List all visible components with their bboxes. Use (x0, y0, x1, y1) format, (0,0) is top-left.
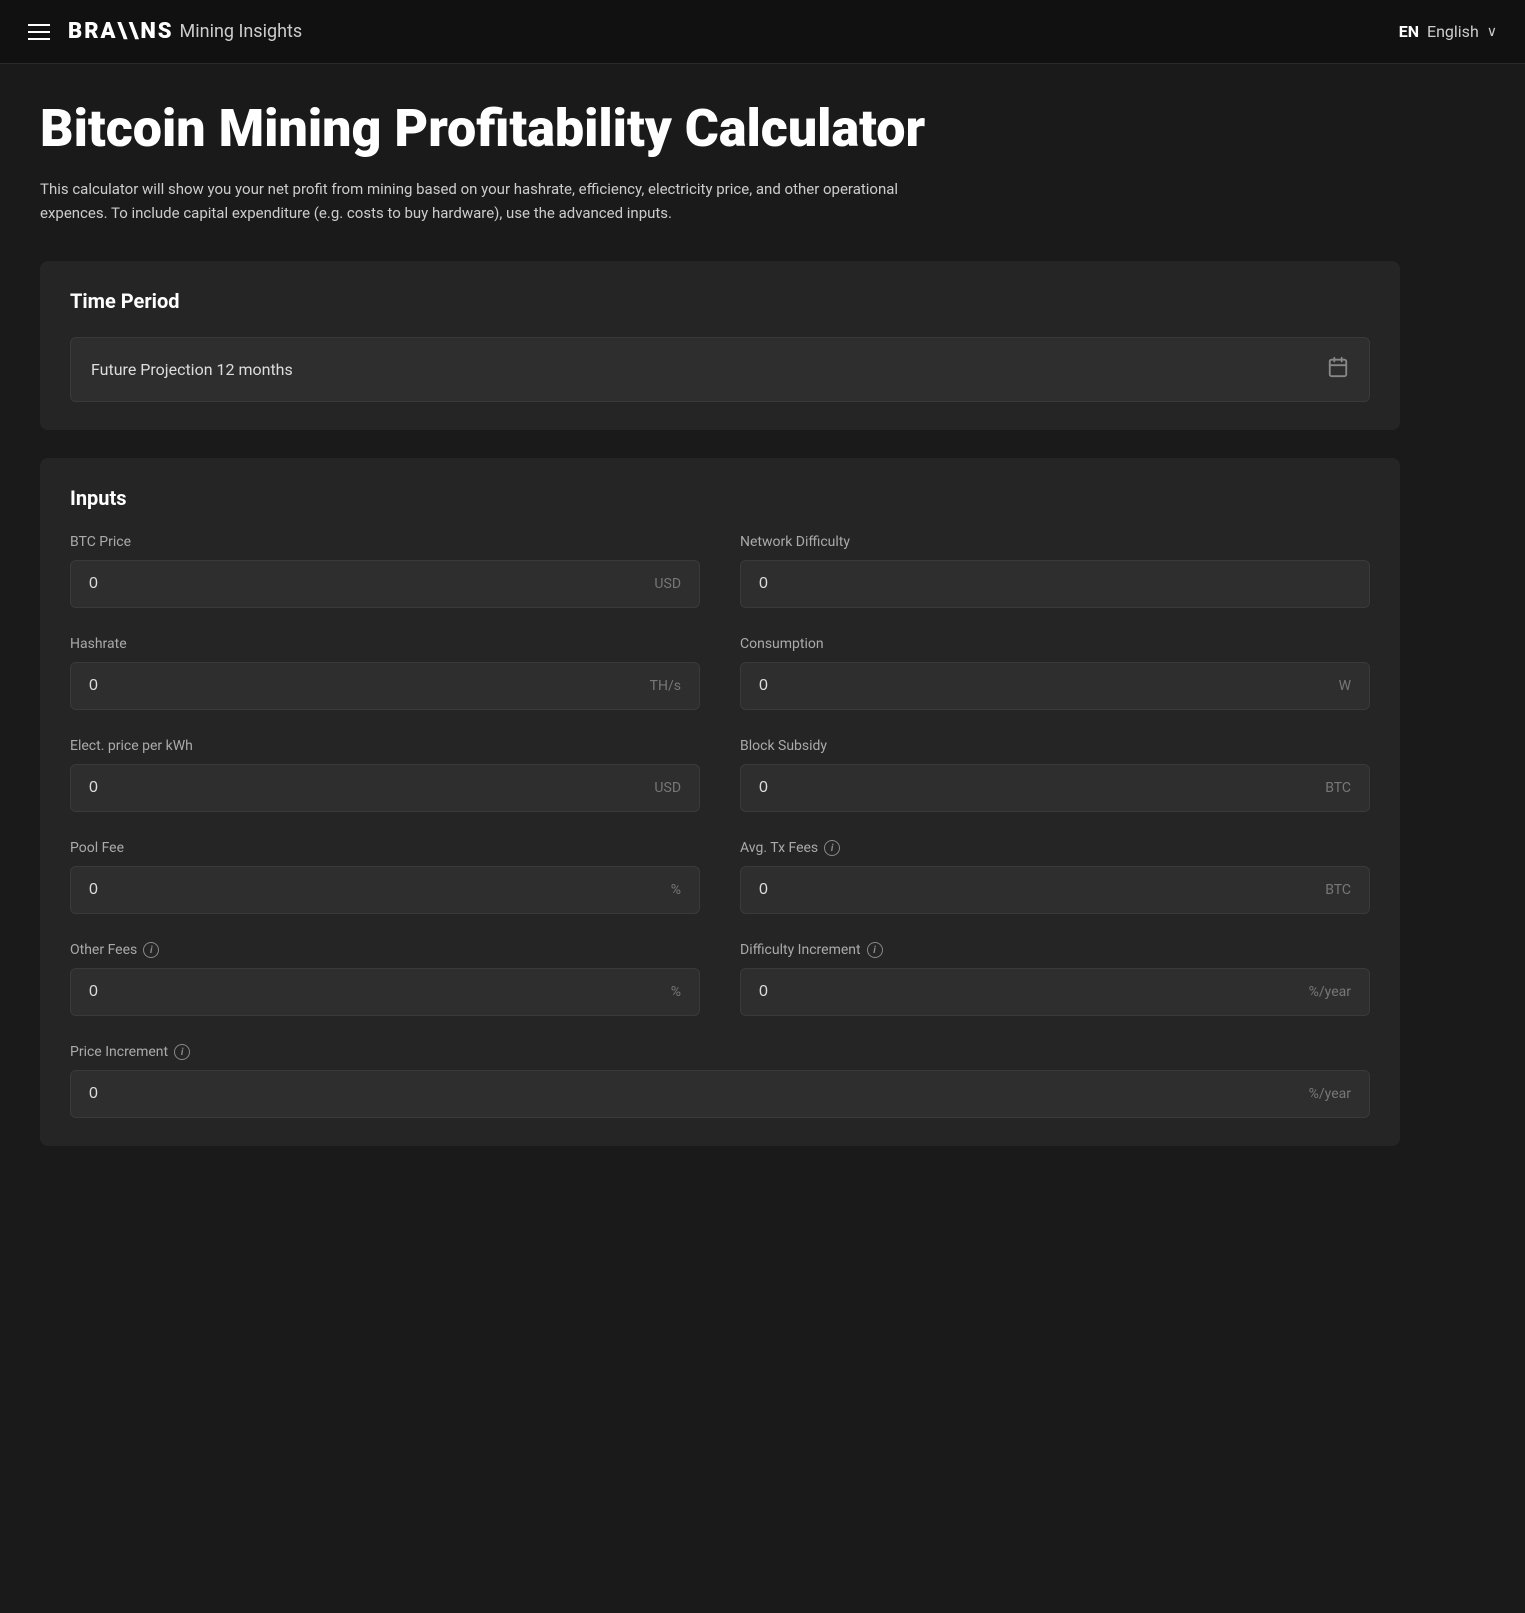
input-other-fees[interactable] (89, 983, 661, 1001)
label-difficulty-increment: Difficulty Increment i (740, 942, 1370, 958)
unit-elect-price: USD (654, 780, 681, 796)
field-other-fees: % (70, 968, 700, 1016)
input-block-subsidy[interactable] (759, 779, 1315, 797)
unit-avg-tx-fees: BTC (1325, 882, 1351, 898)
field-network-difficulty (740, 560, 1370, 608)
main-content: Bitcoin Mining Profitability Calculator … (0, 64, 1440, 1234)
label-other-fees: Other Fees i (70, 942, 700, 958)
input-difficulty-increment[interactable] (759, 983, 1299, 1001)
field-btc-price: USD (70, 560, 700, 608)
input-avg-tx-fees[interactable] (759, 881, 1315, 899)
field-price-increment: %/year (70, 1070, 1370, 1118)
field-pool-fee: % (70, 866, 700, 914)
input-group-avg-tx-fees: Avg. Tx Fees i BTC (740, 840, 1370, 914)
input-btc-price[interactable] (89, 575, 644, 593)
input-group-consumption: Consumption W (740, 636, 1370, 710)
language-label: English (1427, 22, 1479, 41)
language-code: EN (1399, 22, 1419, 41)
input-elect-price[interactable] (89, 779, 644, 797)
info-icon-other-fees[interactable]: i (143, 942, 159, 958)
input-group-btc-price: BTC Price USD (70, 534, 700, 608)
chevron-down-icon: ∨ (1487, 24, 1497, 40)
info-icon-price-increment[interactable]: i (174, 1044, 190, 1060)
unit-consumption: W (1339, 678, 1351, 694)
input-group-hashrate: Hashrate TH/s (70, 636, 700, 710)
label-btc-price: BTC Price (70, 534, 700, 550)
input-group-elect-price: Elect. price per kWh USD (70, 738, 700, 812)
input-network-difficulty[interactable] (759, 575, 1351, 593)
unit-other-fees: % (671, 984, 681, 1000)
field-avg-tx-fees: BTC (740, 866, 1370, 914)
unit-hashrate: TH/s (650, 678, 681, 694)
info-icon-avg-tx-fees[interactable]: i (824, 840, 840, 856)
unit-block-subsidy: BTC (1325, 780, 1351, 796)
inputs-card: Inputs BTC Price USD Network Difficulty … (40, 458, 1400, 1146)
logo-brand: BRA\\NS (68, 19, 174, 44)
unit-btc-price: USD (654, 576, 681, 592)
logo-subtitle: Mining Insights (180, 21, 303, 42)
inputs-grid: BTC Price USD Network Difficulty Hashrat… (70, 534, 1370, 1118)
calendar-icon (1327, 356, 1349, 383)
hamburger-menu[interactable] (28, 24, 50, 40)
navbar: BRA\\NS Mining Insights EN English ∨ (0, 0, 1525, 64)
input-price-increment[interactable] (89, 1085, 1299, 1103)
input-group-difficulty-increment: Difficulty Increment i %/year (740, 942, 1370, 1016)
input-group-block-subsidy: Block Subsidy BTC (740, 738, 1370, 812)
field-elect-price: USD (70, 764, 700, 812)
label-avg-tx-fees: Avg. Tx Fees i (740, 840, 1370, 856)
input-group-price-increment: Price Increment i %/year (70, 1044, 1370, 1118)
input-group-network-difficulty: Network Difficulty (740, 534, 1370, 608)
time-period-section-title: Time Period (70, 289, 1370, 313)
label-consumption: Consumption (740, 636, 1370, 652)
label-pool-fee: Pool Fee (70, 840, 700, 856)
unit-difficulty-increment: %/year (1309, 984, 1351, 1000)
input-pool-fee[interactable] (89, 881, 661, 899)
input-hashrate[interactable] (89, 677, 640, 695)
inputs-section-title: Inputs (70, 486, 1370, 510)
navbar-left: BRA\\NS Mining Insights (28, 19, 302, 44)
field-consumption: W (740, 662, 1370, 710)
time-period-value: Future Projection 12 months (91, 360, 293, 379)
logo: BRA\\NS Mining Insights (68, 19, 302, 44)
page-description: This calculator will show you your net p… (40, 177, 940, 225)
label-elect-price: Elect. price per kWh (70, 738, 700, 754)
input-group-pool-fee: Pool Fee % (70, 840, 700, 914)
field-hashrate: TH/s (70, 662, 700, 710)
field-difficulty-increment: %/year (740, 968, 1370, 1016)
label-block-subsidy: Block Subsidy (740, 738, 1370, 754)
input-group-other-fees: Other Fees i % (70, 942, 700, 1016)
label-hashrate: Hashrate (70, 636, 700, 652)
label-price-increment: Price Increment i (70, 1044, 1370, 1060)
label-network-difficulty: Network Difficulty (740, 534, 1370, 550)
time-period-card: Time Period Future Projection 12 months (40, 261, 1400, 430)
unit-pool-fee: % (671, 882, 681, 898)
input-consumption[interactable] (759, 677, 1329, 695)
info-icon-difficulty-increment[interactable]: i (867, 942, 883, 958)
time-period-selector[interactable]: Future Projection 12 months (70, 337, 1370, 402)
page-title: Bitcoin Mining Profitability Calculator (40, 100, 1400, 157)
unit-price-increment: %/year (1309, 1086, 1351, 1102)
language-selector[interactable]: EN English ∨ (1399, 22, 1497, 41)
field-block-subsidy: BTC (740, 764, 1370, 812)
